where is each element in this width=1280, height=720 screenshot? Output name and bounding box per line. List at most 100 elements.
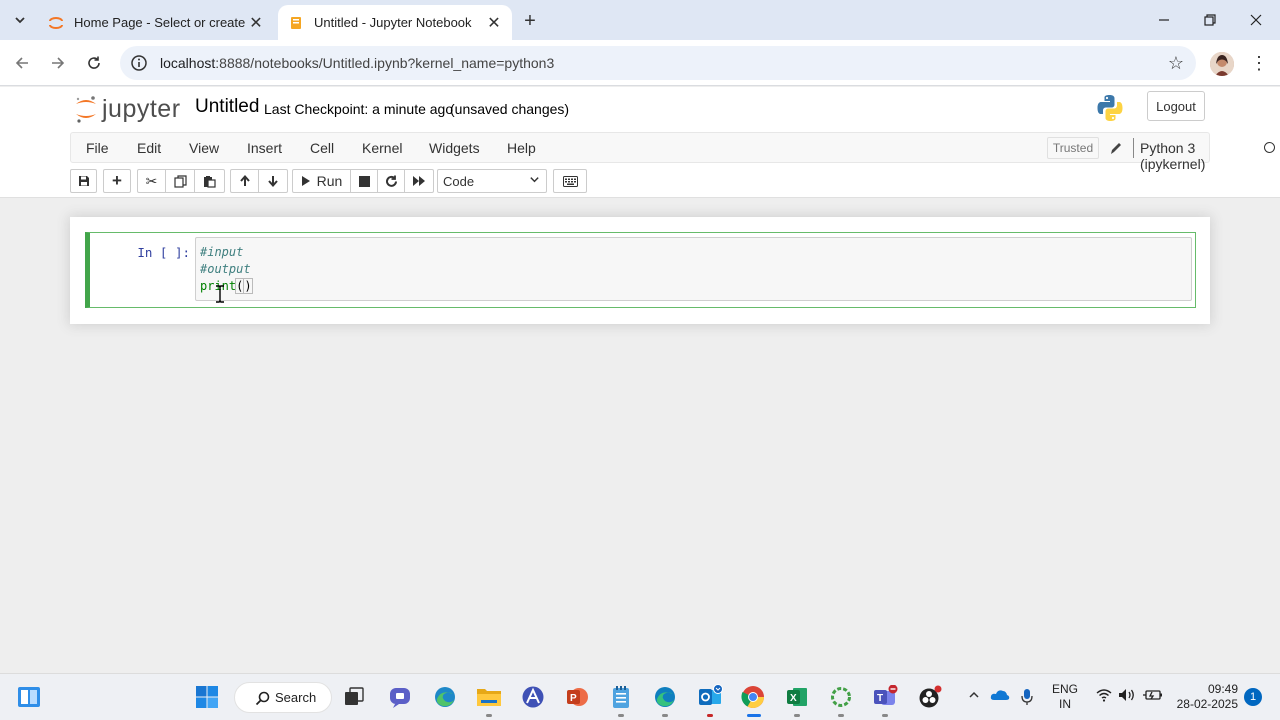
copy-button[interactable] — [166, 170, 195, 192]
url-path: :8888/notebooks/Untitled.ipynb?kernel_na… — [215, 55, 555, 71]
app-icon[interactable] — [520, 684, 546, 710]
profile-avatar[interactable] — [1210, 52, 1234, 76]
notebook-favicon-icon — [291, 16, 301, 29]
run-button[interactable]: Run — [293, 170, 351, 192]
minimize-button[interactable] — [1144, 6, 1184, 34]
powerpoint-icon[interactable]: P — [564, 684, 590, 710]
menu-widgets[interactable]: Widgets — [429, 140, 480, 156]
running-indicator — [838, 714, 844, 717]
start-icon[interactable] — [194, 684, 220, 710]
code-line: #output — [200, 261, 1187, 278]
menu-edit[interactable]: Edit — [137, 140, 161, 156]
notification-badge[interactable]: 1 — [1244, 688, 1262, 706]
battery-icon[interactable] — [1143, 688, 1163, 705]
task-view-icon[interactable] — [341, 684, 367, 710]
tab-untitled-notebook[interactable]: Untitled - Jupyter Notebook ✕ — [278, 5, 512, 40]
new-tab-button[interactable]: + — [518, 9, 542, 33]
python-logo-icon — [1097, 95, 1123, 121]
jupyter-logo-text: jupyter — [102, 94, 181, 123]
scissors-icon: ✂ — [145, 172, 158, 189]
running-indicator — [486, 714, 492, 717]
insert-cell-below-button[interactable]: + — [103, 169, 131, 193]
code-line: print() — [200, 278, 1187, 295]
address-bar[interactable]: localhost:8888/notebooks/Untitled.ipynb?… — [120, 46, 1196, 80]
windows-taskbar: Search P X T ENG IN 09:49 28-02-2025 1 — [0, 673, 1280, 720]
onedrive-icon[interactable] — [990, 688, 1010, 705]
open-paren: ( — [235, 278, 245, 294]
menu-kernel[interactable]: Kernel — [362, 140, 402, 156]
clipboard-button-group: ✂ — [137, 169, 225, 193]
close-paren: ) — [243, 278, 253, 294]
restore-button[interactable] — [1190, 6, 1230, 34]
running-indicator — [707, 714, 713, 717]
move-button-group — [230, 169, 288, 193]
reload-button[interactable] — [82, 51, 106, 75]
tab-home-page[interactable]: Home Page - Select or create a ✕ — [38, 5, 274, 40]
command-palette-button[interactable] — [553, 169, 587, 193]
cell-type-value: Code — [443, 173, 475, 189]
menu-view[interactable]: View — [189, 140, 219, 156]
comment-token: #input — [200, 245, 244, 259]
restart-button[interactable] — [378, 170, 405, 192]
kernel-name[interactable]: Python 3 (ipykernel) — [1140, 140, 1209, 172]
forward-button[interactable] — [46, 51, 70, 75]
browser-toolbar: localhost:8888/notebooks/Untitled.ipynb?… — [0, 40, 1280, 86]
code-cell[interactable]: In [ ]: #input #output print() — [85, 232, 1196, 308]
browser-menu-icon[interactable]: ⋮ — [1250, 52, 1268, 74]
stop-icon — [358, 175, 370, 187]
jupyter-header: jupyter Untitled Last Checkpoint: a minu… — [0, 87, 1280, 198]
microphone-icon[interactable] — [1020, 688, 1034, 709]
restart-run-all-button[interactable] — [405, 170, 433, 192]
language-indicator[interactable]: ENG IN — [1052, 682, 1078, 712]
tab-search-button[interactable] — [8, 8, 32, 32]
tray-chevron-up-icon[interactable] — [968, 688, 980, 704]
menu-file[interactable]: File — [86, 140, 109, 156]
interrupt-button[interactable] — [351, 170, 378, 192]
minimize-icon — [1159, 19, 1169, 21]
cell-type-select[interactable]: Code — [437, 169, 547, 193]
taskbar-search[interactable]: Search — [234, 682, 332, 713]
cut-button[interactable]: ✂ — [138, 170, 166, 192]
close-window-button[interactable] — [1236, 6, 1276, 34]
close-icon[interactable]: ✕ — [484, 13, 504, 33]
menu-cell[interactable]: Cell — [310, 140, 334, 156]
menu-help[interactable]: Help — [507, 140, 536, 156]
notebook-name[interactable]: Untitled — [195, 96, 259, 118]
outlook-icon[interactable] — [697, 684, 723, 710]
system-clock[interactable]: 09:49 28-02-2025 — [1170, 682, 1238, 712]
trusted-indicator[interactable]: Trusted — [1047, 137, 1099, 159]
comment-token: #output — [200, 262, 251, 276]
widgets-icon[interactable] — [16, 684, 42, 710]
loading-app-icon[interactable] — [828, 684, 854, 710]
pencil-icon[interactable] — [1109, 140, 1123, 156]
arrow-left-icon — [15, 57, 28, 69]
copy-icon — [173, 174, 187, 188]
keyboard-icon — [562, 175, 578, 187]
logout-button[interactable]: Logout — [1147, 91, 1205, 121]
svg-text:P: P — [570, 693, 577, 704]
site-info-icon[interactable] — [130, 54, 148, 72]
paste-button[interactable] — [195, 170, 224, 192]
wifi-icon[interactable] — [1096, 688, 1112, 705]
teams-icon[interactable]: T — [872, 684, 898, 710]
edge-icon[interactable] — [432, 684, 458, 710]
teams-chat-icon[interactable] — [387, 684, 413, 710]
menu-insert[interactable]: Insert — [247, 140, 282, 156]
excel-icon[interactable]: X — [784, 684, 810, 710]
move-down-button[interactable] — [259, 170, 287, 192]
move-up-button[interactable] — [231, 170, 259, 192]
obs-icon[interactable] — [917, 684, 943, 710]
bookmark-star-icon[interactable]: ☆ — [1168, 53, 1184, 74]
save-button[interactable] — [70, 169, 97, 193]
jupyter-logo[interactable]: jupyter — [74, 91, 181, 127]
volume-icon[interactable] — [1118, 688, 1136, 705]
edge-dev-icon[interactable] — [652, 684, 678, 710]
close-icon[interactable]: ✕ — [246, 13, 266, 33]
file-explorer-icon[interactable] — [476, 684, 502, 710]
restore-icon — [1204, 14, 1216, 26]
code-editor[interactable]: #input #output print() — [195, 237, 1192, 301]
back-button[interactable] — [10, 51, 34, 75]
run-label: Run — [316, 173, 343, 189]
notepad-icon[interactable] — [608, 684, 634, 710]
chrome-icon[interactable] — [740, 684, 766, 710]
